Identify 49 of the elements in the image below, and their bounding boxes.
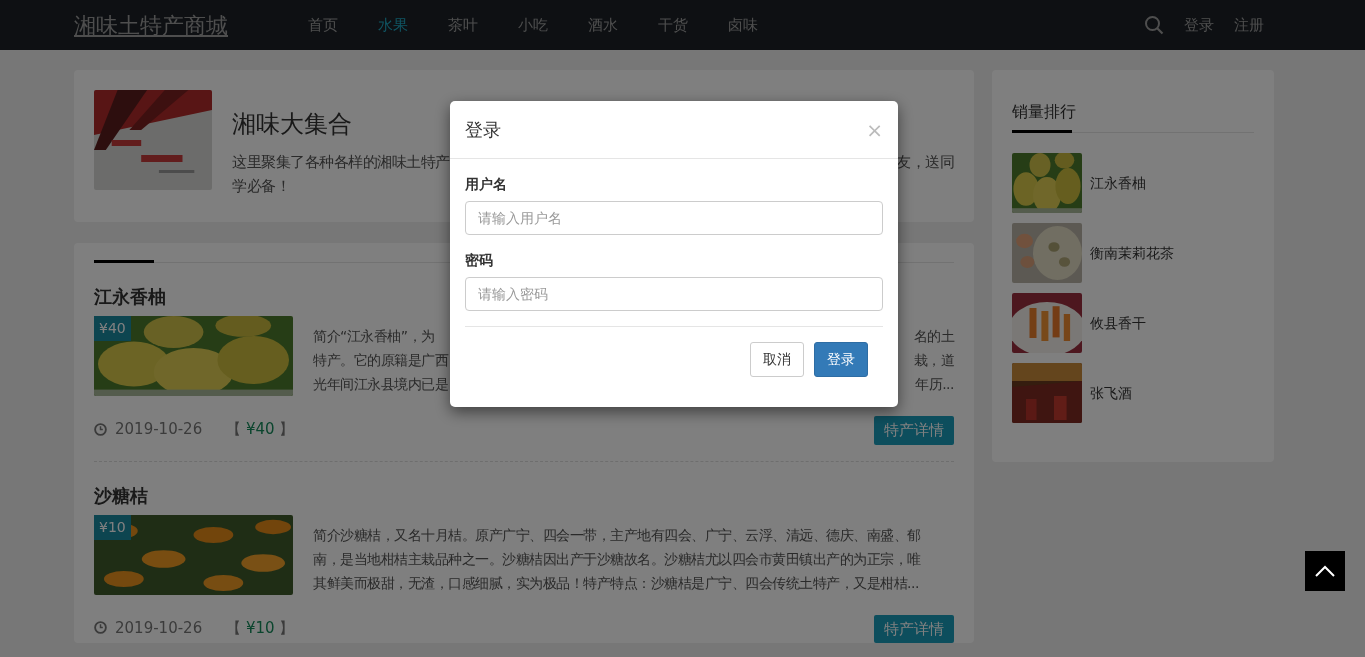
price-badge: ¥40 bbox=[94, 316, 131, 341]
product-description: 特产。它的原籍是广西 bbox=[313, 351, 448, 370]
price-label: 【 ¥10 】 bbox=[226, 617, 295, 639]
ranking-item-link[interactable]: 衡南茉莉花茶 bbox=[1090, 242, 1174, 264]
nav-link[interactable]: 酒水 bbox=[588, 13, 618, 37]
ranking-item-link[interactable]: 攸县香干 bbox=[1090, 312, 1146, 334]
sidebar-title: 销量排行 bbox=[1012, 102, 1076, 121]
nav-link[interactable]: 水果 bbox=[378, 13, 408, 37]
detail-button[interactable]: 特产详情 bbox=[874, 614, 954, 643]
ranking-item-link[interactable]: 江永香柚 bbox=[1090, 172, 1146, 194]
post-date: 2019-10-26 bbox=[115, 419, 203, 440]
nav-link[interactable]: 干货 bbox=[658, 13, 688, 37]
product-description: 其鲜美而极甜，无渣，口感细腻，实为极品！特产特点：沙糖桔是广宁、四会传统土特产，又是柑桔... bbox=[313, 573, 919, 593]
field-label: 密码 bbox=[465, 251, 494, 270]
product-description: 栽，道 bbox=[913, 351, 954, 370]
product-description: 名的土 bbox=[913, 327, 954, 346]
detail-button[interactable]: 特产详情 bbox=[874, 416, 954, 445]
product-description: 南，是当地柑桔主栽品种之一。沙糖桔因出产于沙糖故名。沙糖桔尤以四会市黄田镇出产的为正宗，唯 bbox=[313, 549, 921, 569]
product-description: 简介沙糖桔，又名十月桔。原产广宁、四会一带，主产地有四会、广宁、云浮、清远、德庆、南盛、郁 bbox=[313, 525, 921, 545]
intro-text: 学必备！ bbox=[232, 177, 290, 196]
price-label: 【 ¥40 】 bbox=[226, 419, 295, 440]
nav-link[interactable]: 登录 bbox=[1184, 13, 1214, 37]
chevron-up-icon bbox=[1315, 565, 1335, 577]
input-field[interactable]: 请输入密码 bbox=[465, 277, 883, 311]
intro-text: 友，送同 bbox=[896, 153, 954, 172]
intro-text: 这里聚集了各种各样的湘味土特产 bbox=[232, 153, 450, 172]
field-label: 用户名 bbox=[465, 175, 508, 194]
nav-link[interactable]: 首页 bbox=[308, 13, 338, 37]
back-to-top-button[interactable] bbox=[1305, 551, 1345, 591]
cancel-button[interactable]: 取消 bbox=[750, 342, 804, 377]
price-badge: ¥10 bbox=[94, 514, 131, 540]
nav-link[interactable]: 卤味 bbox=[728, 13, 758, 37]
product-title[interactable]: 沙糖桔 bbox=[94, 481, 954, 509]
close-button[interactable]: × bbox=[866, 119, 883, 140]
product-description: 光年间江永县境内已是 bbox=[313, 375, 448, 394]
product-description: 年历... bbox=[915, 375, 954, 394]
site-logo[interactable]: 湘味土特产商城 bbox=[74, 8, 308, 42]
nav-link[interactable]: 小吃 bbox=[518, 13, 548, 37]
nav-link[interactable]: 茶叶 bbox=[448, 13, 478, 37]
nav-link[interactable]: 注册 bbox=[1234, 13, 1264, 37]
input-field[interactable]: 请输入用户名 bbox=[465, 201, 883, 235]
dialog-title: 登录 bbox=[465, 118, 501, 142]
ranking-item-link[interactable]: 张飞酒 bbox=[1090, 382, 1132, 404]
product-description: 简介“江永香柚”，为 bbox=[313, 327, 435, 346]
post-date: 2019-10-26 bbox=[115, 617, 203, 639]
clock-icon bbox=[94, 422, 107, 436]
clock-icon bbox=[94, 621, 107, 635]
login-button[interactable]: 登录 bbox=[814, 342, 868, 377]
intro-title: 湘味大集合 bbox=[232, 109, 352, 140]
